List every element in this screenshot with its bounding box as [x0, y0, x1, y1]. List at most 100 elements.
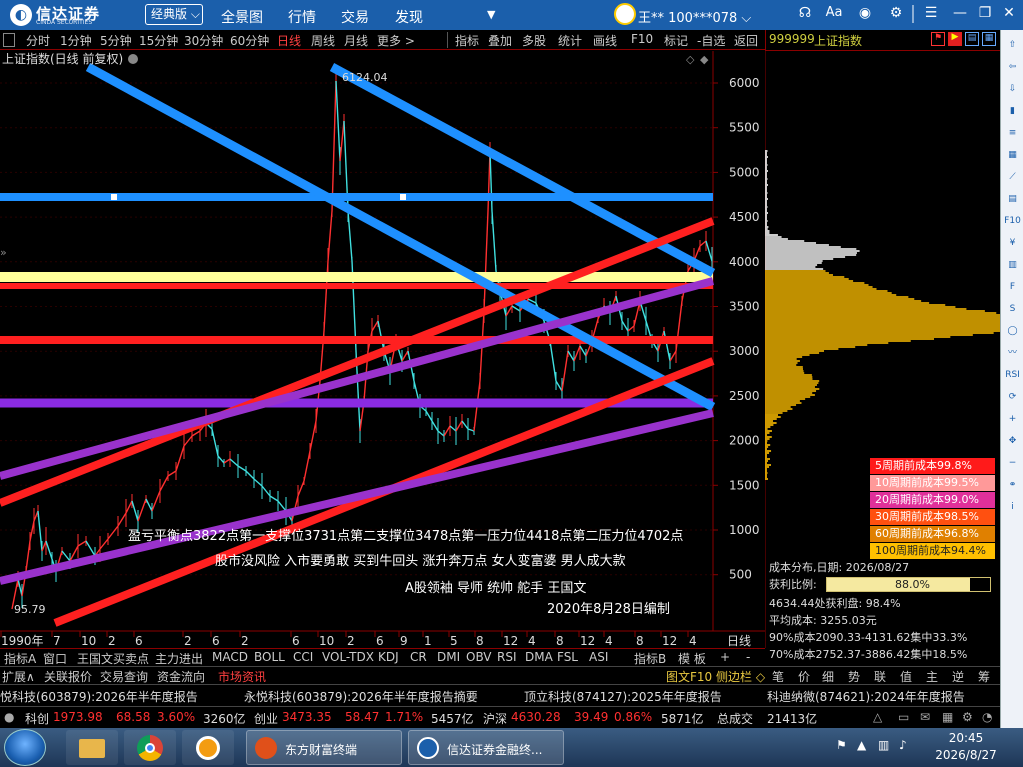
webcam-app-icon[interactable] — [182, 730, 234, 765]
tray-arrow-icon[interactable]: ▲ — [857, 738, 866, 752]
bottom-tab[interactable]: 市场资讯 — [218, 668, 266, 685]
left-arrow-icon[interactable]: ⇦ — [1004, 60, 1021, 75]
wave-icon[interactable]: 〰 — [1004, 346, 1021, 361]
menu-trade[interactable]: 交易 — [341, 7, 369, 27]
indicator-tab[interactable]: RSI — [497, 650, 517, 664]
grid-icon[interactable]: ▦ — [942, 710, 953, 724]
alert-icon[interactable]: △ — [873, 710, 882, 724]
minimize-icon[interactable]: — — [950, 5, 970, 21]
tool-back[interactable]: 返回 — [734, 32, 758, 49]
menu-icon[interactable]: ☰ — [921, 5, 941, 21]
f10-icon[interactable]: F10 — [1004, 214, 1021, 229]
clock-date[interactable]: 2026/8/27 — [912, 748, 1020, 762]
index-name[interactable]: 创业 — [254, 710, 278, 727]
tray-network-icon[interactable]: ▥ — [878, 738, 889, 752]
user-account[interactable]: 王** 100***078 ⌵ — [638, 7, 751, 26]
period-daily[interactable]: 日线 — [277, 32, 301, 49]
indicator-tab[interactable]: DMA — [525, 650, 553, 664]
indicator-tab[interactable]: DMI — [437, 650, 460, 664]
bottom-tab[interactable]: 资金流向 — [157, 668, 205, 685]
index-name[interactable]: 科创 — [25, 710, 49, 727]
indicator-tab[interactable]: 窗口 — [43, 650, 67, 667]
period-intraday[interactable]: 分时 — [26, 32, 50, 49]
period-monthly[interactable]: 月线 — [344, 32, 368, 49]
price-icon[interactable]: ¥ — [1004, 236, 1021, 251]
s-icon[interactable]: S — [1004, 302, 1021, 317]
indicator-tab[interactable]: 模 板 — [678, 650, 706, 667]
indicator-tab[interactable]: ASI — [589, 650, 608, 664]
settings-icon[interactable]: ⚙ — [962, 710, 973, 724]
right-panel-tab[interactable]: 侧边栏 ◇ — [716, 668, 765, 685]
avatar[interactable] — [614, 3, 636, 25]
right-panel-tab[interactable]: 价 — [798, 668, 810, 685]
taskbar-app-cinda[interactable]: 信达证券金融终... — [408, 730, 564, 765]
move-icon[interactable]: ✥ — [1004, 434, 1021, 449]
clock-time[interactable]: 20:45 — [912, 731, 1020, 745]
chart-icon[interactable]: ▥ — [1004, 258, 1021, 273]
restore-icon[interactable]: ❐ — [975, 5, 995, 21]
news-item[interactable]: 科迪纳微(874621):2024年年度报告 — [767, 688, 965, 705]
play-icon[interactable]: ▶ — [948, 32, 962, 46]
right-panel-tab[interactable]: 值 — [900, 668, 912, 685]
grid-icon[interactable]: ▦ — [1004, 148, 1021, 163]
right-panel-tab[interactable]: 图文F10 — [666, 668, 712, 685]
period-1min[interactable]: 1分钟 — [60, 32, 92, 49]
indicator-tab[interactable]: 指标B — [634, 650, 666, 667]
refresh-icon[interactable]: ⟳ — [1004, 390, 1021, 405]
indicator-tab[interactable]: 主力进出 — [155, 650, 203, 667]
mail-icon[interactable]: ✉ — [920, 710, 930, 724]
period-more[interactable]: 更多 > — [377, 32, 415, 49]
layout-icon[interactable]: ▦ — [982, 32, 996, 46]
panel-icon[interactable]: ▤ — [965, 32, 979, 46]
chrome-icon[interactable] — [124, 730, 176, 765]
tray-volume-icon[interactable]: ♪ — [899, 738, 907, 752]
info-icon[interactable]: i — [1004, 500, 1021, 515]
indicator-tab[interactable]: CCI — [293, 650, 313, 664]
bottom-tab[interactable]: 关联报价 — [44, 668, 92, 685]
skin-icon[interactable]: ◉ — [855, 5, 875, 21]
tool-draw-line[interactable]: 画线 — [593, 32, 617, 49]
indicator-tab[interactable]: - — [746, 650, 750, 664]
right-panel-tab[interactable]: 主 — [926, 668, 938, 685]
indicator-tab[interactable]: VOL-TDX — [322, 650, 374, 664]
toggle-panel-icon[interactable] — [3, 33, 15, 47]
period-weekly[interactable]: 周线 — [311, 32, 335, 49]
font-size-icon[interactable]: Aa — [824, 5, 844, 20]
expand-arrow-icon[interactable]: » — [0, 246, 7, 259]
right-panel-tab[interactable]: 细 — [822, 668, 834, 685]
news-item[interactable]: 顶立科技(874127):2025年年度报告 — [524, 688, 722, 705]
indicator-tab[interactable]: OBV — [466, 650, 492, 664]
down-arrow-icon[interactable]: ⇩ — [1004, 82, 1021, 97]
diamond-icon[interactable]: ◇ — [686, 53, 695, 66]
bottom-tab[interactable]: 扩展∧ — [2, 668, 35, 685]
tool-multi-stock[interactable]: 多股 — [522, 32, 546, 49]
chevron-down-icon[interactable] — [128, 54, 138, 64]
tool-mark[interactable]: 标记 — [664, 32, 688, 49]
indicator-tab[interactable]: 指标A — [4, 650, 36, 667]
period-5min[interactable]: 5分钟 — [100, 32, 132, 49]
kline-chart[interactable]: 500 1000 1500 2000 2500 3000 3500 4000 4500 5000 5… — [0, 51, 765, 648]
indicator-tab[interactable]: MACD — [212, 650, 248, 664]
tool-statistics[interactable]: 统计 — [558, 32, 582, 49]
up-arrow-icon[interactable]: ⇧ — [1004, 38, 1021, 53]
period-30min[interactable]: 30分钟 — [184, 32, 223, 49]
index-name[interactable]: 沪深 — [483, 710, 507, 727]
right-panel-tab[interactable]: 联 — [874, 668, 886, 685]
rsi-icon[interactable]: RSI — [1004, 368, 1021, 383]
tool-remove-watchlist[interactable]: -自选 — [697, 32, 725, 49]
list-icon[interactable]: ≡ — [1004, 126, 1021, 141]
indicator-tab[interactable]: FSL — [557, 650, 578, 664]
tray-flag-icon[interactable]: ⚑ — [836, 738, 847, 752]
right-panel-tab[interactable]: 筹 — [978, 668, 990, 685]
period-15min[interactable]: 15分钟 — [139, 32, 178, 49]
right-panel-tab[interactable]: 笔 — [772, 668, 784, 685]
tool-f10[interactable]: F10 — [631, 32, 653, 46]
bar-chart-icon[interactable]: ▮ — [1004, 104, 1021, 119]
period-60min[interactable]: 60分钟 — [230, 32, 269, 49]
menu-discover[interactable]: 发现 — [395, 7, 423, 27]
chat-icon[interactable]: ▭ — [898, 710, 909, 724]
close-icon[interactable]: ✕ — [999, 5, 1019, 21]
tool-overlay[interactable]: 叠加 — [488, 32, 512, 49]
indicator-tab[interactable]: 王国文买卖点 — [77, 650, 149, 667]
right-panel-tab[interactable]: 逆 — [952, 668, 964, 685]
